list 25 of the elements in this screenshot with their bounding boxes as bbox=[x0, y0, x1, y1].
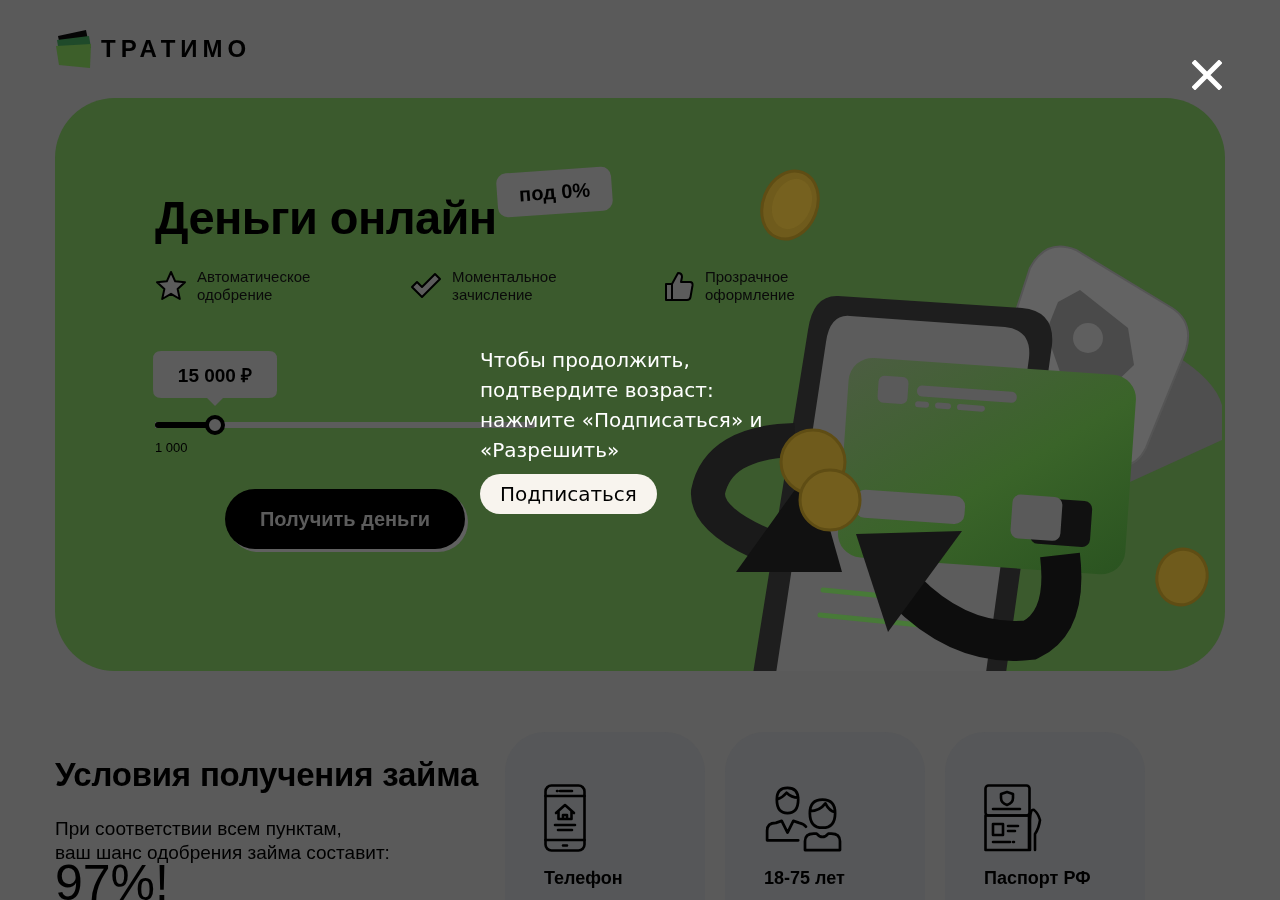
coin bbox=[760, 169, 820, 241]
slider-handle[interactable] bbox=[205, 415, 226, 435]
subscribe-button[interactable]: Подписаться bbox=[480, 474, 657, 514]
min-amount-label: 1 000 bbox=[155, 440, 188, 455]
section-description: При соответствии всем пунктам, ваш шанс одобрения займа составит: bbox=[55, 817, 391, 864]
feature-text: Моментальное зачисление bbox=[452, 268, 557, 304]
age-confirmation-message: Чтобы продолжить, подтвердите возраст: нажмите «Подписаться» и «Разрешить» bbox=[480, 347, 763, 464]
feature-text: Автоматическое одобрение bbox=[197, 268, 311, 304]
close-icon[interactable] bbox=[1192, 60, 1222, 90]
passport-in-hand-icon bbox=[984, 784, 1042, 852]
coin bbox=[798, 468, 862, 532]
approval-chance: 97%! bbox=[55, 865, 169, 900]
star-icon bbox=[155, 270, 187, 302]
requirement-label: Телефон bbox=[544, 868, 623, 888]
rate-badge: под 0% bbox=[495, 166, 614, 218]
requirement-label: Паспорт РФ bbox=[984, 868, 1091, 888]
thumbs-up-icon bbox=[663, 270, 695, 302]
coin bbox=[1155, 547, 1209, 607]
feature-text: Прозрачное оформление bbox=[705, 268, 795, 304]
amount-tooltip: 15 000 ₽ bbox=[153, 351, 278, 406]
section-title: Условия получения займа bbox=[55, 755, 480, 795]
logo-text: ТРАТИМО bbox=[101, 35, 252, 63]
hero-title: Деньги онлайн bbox=[155, 190, 497, 246]
smartphone-icon bbox=[544, 784, 586, 852]
requirement-label: 18-75 лет bbox=[764, 868, 845, 888]
